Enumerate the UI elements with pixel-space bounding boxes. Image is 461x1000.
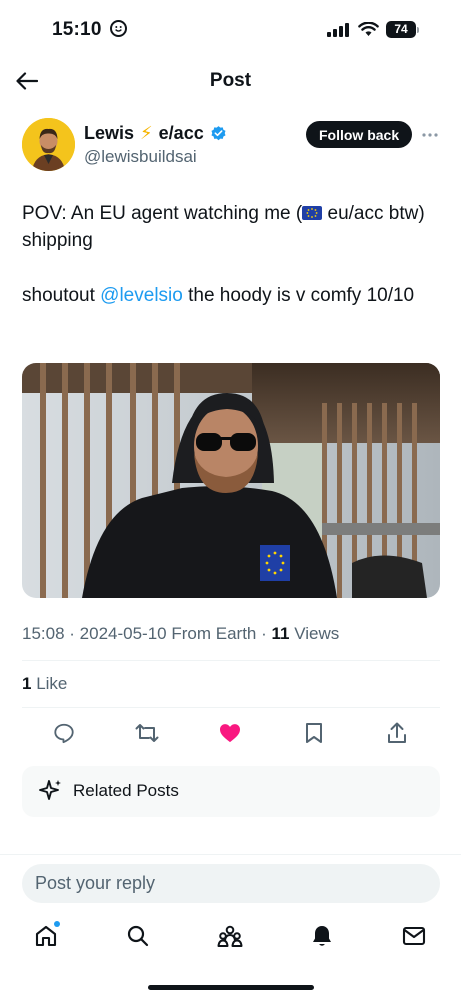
post-text-segment: POV: An EU agent watching me ( bbox=[22, 203, 303, 224]
reply-icon bbox=[54, 723, 74, 744]
views-label: Views bbox=[294, 624, 340, 643]
battery-indicator: 74 bbox=[386, 21, 419, 38]
notification-dot bbox=[54, 921, 60, 927]
tab-search[interactable] bbox=[123, 920, 153, 952]
avatar[interactable] bbox=[22, 118, 75, 171]
photo-man-in-hoodie bbox=[22, 363, 440, 598]
notifications-icon bbox=[313, 926, 331, 946]
likes-summary[interactable]: 1 Like bbox=[22, 674, 67, 694]
author-handle[interactable]: @lewisbuildsai bbox=[84, 147, 197, 167]
eu-flag-emoji bbox=[302, 206, 323, 220]
post-location: From Earth bbox=[171, 624, 257, 643]
communities-icon bbox=[217, 925, 243, 947]
share-button[interactable] bbox=[382, 718, 412, 748]
status-bar: 15:10 74 bbox=[0, 0, 461, 62]
follow-back-button[interactable]: Follow back bbox=[306, 121, 413, 148]
tab-communities[interactable] bbox=[215, 920, 245, 952]
signal-icon bbox=[327, 23, 349, 37]
reply-bar bbox=[22, 864, 440, 903]
wifi-icon bbox=[358, 22, 379, 36]
divider bbox=[22, 707, 440, 708]
post-author: Lewis ⚡ e/acc @lewisbuildsai Follow back bbox=[22, 116, 442, 174]
post-text-segment: shoutout bbox=[22, 285, 101, 306]
tab-notifications[interactable] bbox=[307, 920, 337, 952]
like-button[interactable] bbox=[215, 718, 245, 748]
bottom-tab-bar bbox=[0, 920, 461, 956]
post-body: POV: An EU agent watching me ( eu/acc bt… bbox=[22, 200, 432, 337]
post-paragraph-1: POV: An EU agent watching me ( eu/acc bt… bbox=[22, 200, 432, 254]
related-posts-label: Related Posts bbox=[73, 781, 179, 800]
post-image[interactable] bbox=[22, 363, 440, 598]
likes-label: Like bbox=[36, 674, 68, 693]
lightning-emoji: ⚡ bbox=[140, 123, 153, 143]
tab-home[interactable] bbox=[31, 920, 61, 952]
bookmark-button[interactable] bbox=[299, 718, 329, 748]
related-posts-button[interactable]: Related Posts bbox=[22, 766, 440, 817]
post-time: 15:08 bbox=[22, 624, 65, 643]
post-actions bbox=[22, 718, 440, 748]
verified-icon bbox=[211, 126, 226, 141]
post-date: 2024-05-10 bbox=[79, 624, 167, 643]
author-name: Lewis bbox=[84, 123, 135, 143]
status-icons: 74 bbox=[327, 21, 419, 38]
more-options-button[interactable] bbox=[420, 125, 440, 145]
smiley-icon bbox=[110, 20, 128, 37]
author-name-suffix: e/acc bbox=[158, 123, 204, 143]
mention-link[interactable]: @levelsio bbox=[100, 285, 183, 306]
home-icon bbox=[35, 925, 57, 947]
battery-level: 74 bbox=[386, 21, 416, 38]
messages-icon bbox=[402, 926, 426, 946]
battery-cap bbox=[417, 26, 419, 33]
status-time: 15:10 bbox=[52, 19, 128, 41]
share-icon bbox=[388, 722, 406, 743]
repost-icon bbox=[135, 724, 159, 742]
author-name-row[interactable]: Lewis ⚡ e/acc bbox=[84, 123, 227, 144]
clock-text: 15:10 bbox=[52, 19, 102, 40]
search-icon bbox=[127, 925, 149, 947]
likes-count: 1 bbox=[22, 674, 32, 693]
divider bbox=[22, 660, 440, 661]
like-icon bbox=[220, 724, 240, 743]
reply-input[interactable] bbox=[22, 864, 440, 903]
page-title: Post bbox=[209, 70, 252, 91]
post-text-segment: the hoody is v comfy 10/10 bbox=[182, 285, 415, 306]
tab-messages[interactable] bbox=[399, 920, 429, 952]
bookmark-icon bbox=[306, 723, 322, 743]
reply-button[interactable] bbox=[49, 718, 79, 748]
post-meta: 15:08 · 2024-05-10 From Earth · 11 Views bbox=[22, 624, 340, 643]
nav-header: Post bbox=[0, 62, 461, 102]
views-count: 11 bbox=[271, 624, 290, 643]
repost-button[interactable] bbox=[132, 718, 162, 748]
post-paragraph-2: shoutout @levelsio the hoody is v comfy … bbox=[22, 282, 432, 309]
divider bbox=[0, 854, 461, 855]
sparkle-icon bbox=[39, 780, 61, 800]
home-indicator bbox=[148, 985, 314, 990]
more-icon bbox=[422, 133, 438, 137]
